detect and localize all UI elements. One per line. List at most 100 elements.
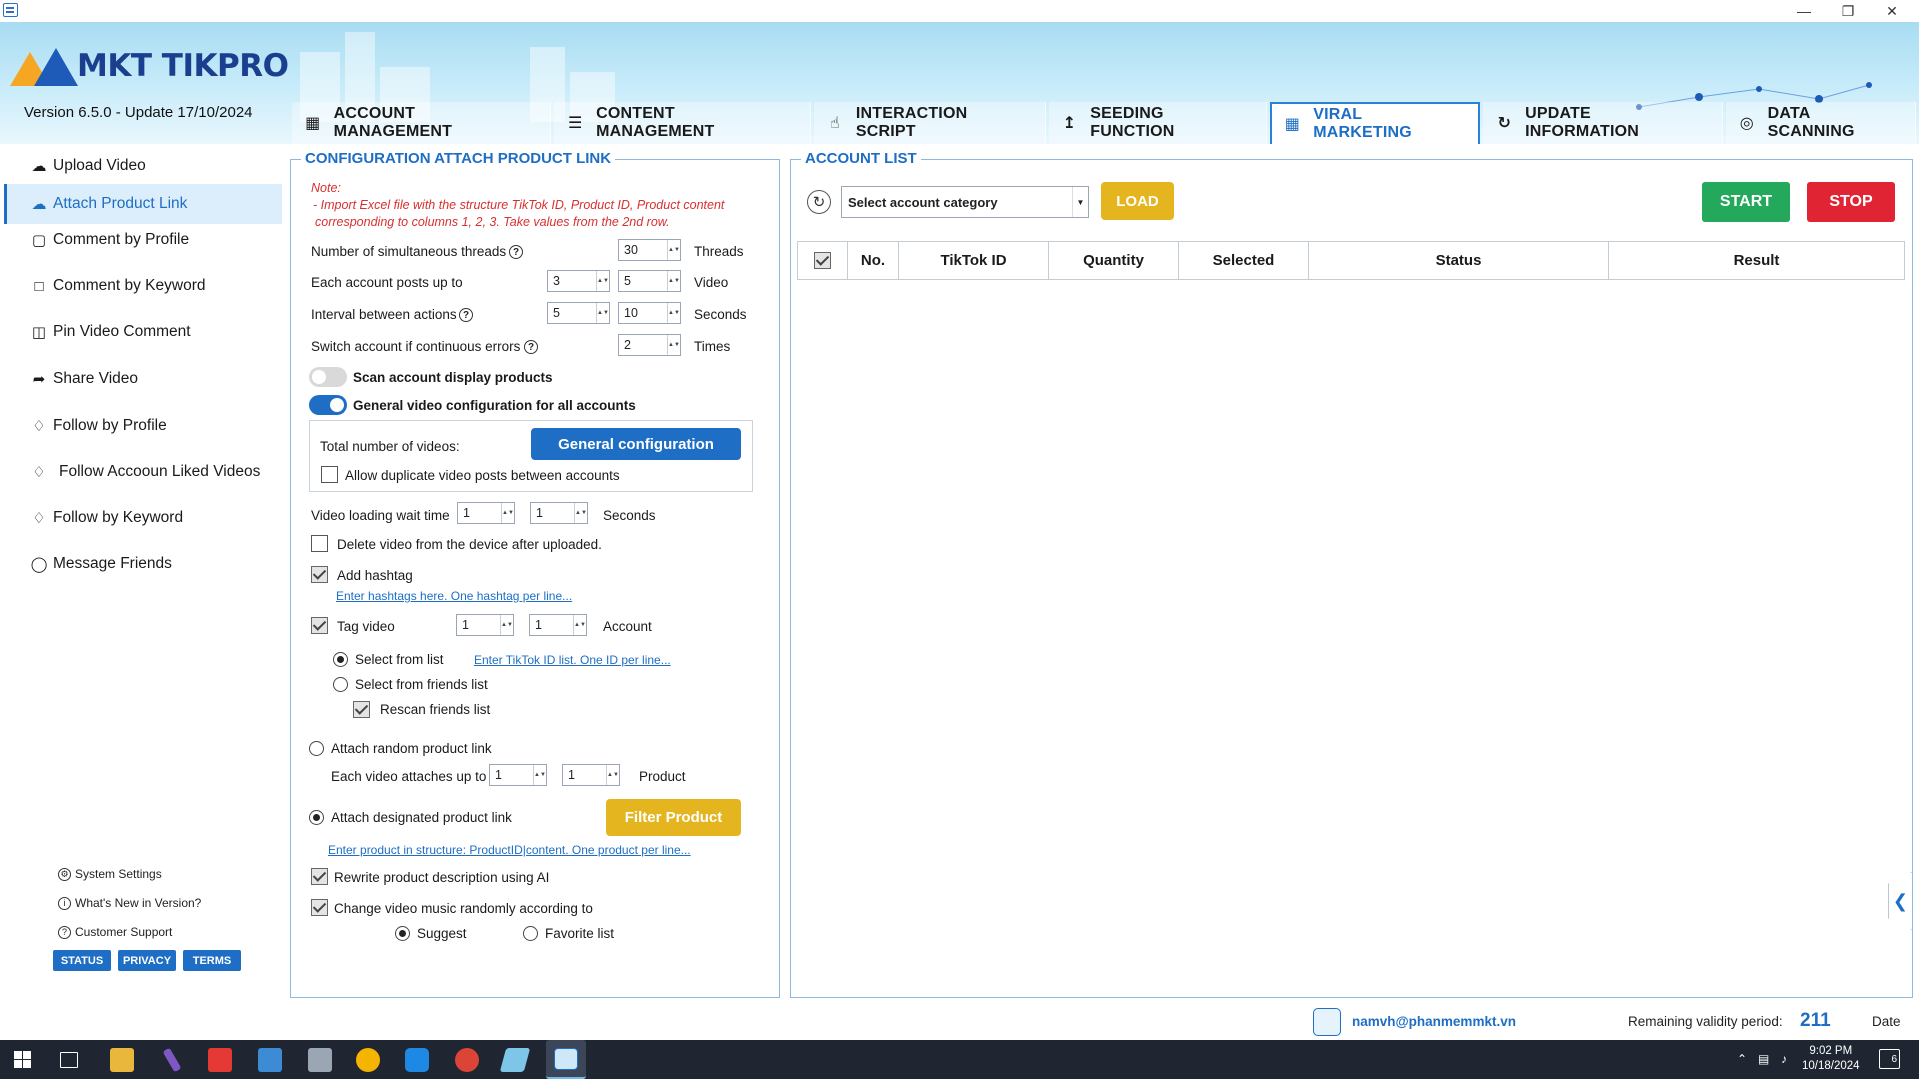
sidebar-item-attach-product-link[interactable]: ☁ Attach Product Link [4, 184, 282, 224]
general-config-toggle[interactable] [309, 395, 347, 415]
sidebar-item-follow-by-profile[interactable]: ♢ Follow by Profile [4, 406, 282, 446]
stepper-arrows-icon[interactable]: ▲▼ [596, 303, 609, 323]
each-video-max-stepper[interactable]: 1 ▲▼ [562, 764, 620, 786]
close-button[interactable]: ✕ [1870, 0, 1914, 22]
stepper-arrows-icon[interactable]: ▲▼ [533, 765, 546, 785]
tab-seeding-function[interactable]: ↥ SEEDING FUNCTION [1048, 102, 1267, 144]
column-header[interactable]: Status [1309, 242, 1609, 279]
rewrite-ai-checkbox[interactable] [311, 868, 328, 885]
hashtag-input-link[interactable]: Enter hashtags here. One hashtag per lin… [336, 589, 572, 603]
allow-duplicate-checkbox[interactable] [321, 466, 338, 483]
load-button[interactable]: LOAD [1101, 182, 1174, 220]
switch-stepper[interactable]: 2 ▲▼ [618, 334, 681, 356]
start-button[interactable]: START [1702, 182, 1790, 222]
stepper-arrows-icon[interactable]: ▲▼ [596, 271, 609, 291]
sidebar-item-upload-video[interactable]: ☁ Upload Video [4, 146, 282, 186]
system-settings-link[interactable]: ⚙ System Settings [58, 867, 162, 881]
user-email[interactable]: namvh@phanmemmkt.vn [1352, 1014, 1516, 1029]
mkt-tikpro-taskbar-button[interactable] [546, 1040, 586, 1079]
windows-start-icon[interactable] [14, 1051, 31, 1068]
stepper-arrows-icon[interactable]: ▲▼ [573, 615, 586, 635]
stepper-arrows-icon[interactable]: ▲▼ [667, 303, 680, 323]
status-button[interactable]: STATUS [53, 950, 111, 971]
scan-products-toggle[interactable] [309, 367, 347, 387]
column-header[interactable]: Selected [1179, 242, 1309, 279]
network-app-icon[interactable] [308, 1048, 332, 1072]
interval-min-stepper[interactable]: 5 ▲▼ [547, 302, 610, 324]
tab-account-management[interactable]: ▦ ACCOUNT MANAGEMENT [292, 102, 552, 144]
zalo-app-icon[interactable] [405, 1048, 429, 1072]
account-category-select[interactable]: Select account category ▼ [841, 186, 1089, 218]
tag-video-checkbox[interactable] [311, 617, 328, 634]
notification-icon[interactable]: 6 [1879, 1049, 1900, 1069]
sidebar-item-comment-by-keyword[interactable]: □ Comment by Keyword [4, 266, 282, 306]
taskbar-clock[interactable]: 9:02 PM 10/18/2024 [1802, 1044, 1860, 1074]
tab-interaction-script[interactable]: ☝ INTERACTION SCRIPT [814, 102, 1046, 144]
sidebar-item-comment-by-profile[interactable]: ▢ Comment by Profile [4, 220, 282, 260]
tag-video-max-stepper[interactable]: 1 ▲▼ [529, 614, 587, 636]
help-icon[interactable]: ? [459, 308, 473, 322]
tab-data-scanning[interactable]: ◎ DATA SCANNING [1726, 102, 1917, 144]
chrome-icon[interactable] [356, 1048, 380, 1072]
tab-content-management[interactable]: ☰ CONTENT MANAGEMENT [554, 102, 812, 144]
sidebar-item-message-friends[interactable]: ◯ Message Friends [4, 544, 282, 584]
store-app-icon[interactable] [258, 1048, 282, 1072]
sidebar-item-follow-account-liked-videos[interactable]: ♢ Follow Accooun Liked Videos [4, 452, 282, 492]
loading-wait-max-stepper[interactable]: 1 ▲▼ [530, 502, 588, 524]
general-configuration-button[interactable]: General configuration [531, 428, 741, 460]
column-header[interactable]: Quantity [1049, 242, 1179, 279]
stepper-arrows-icon[interactable]: ▲▼ [501, 503, 514, 523]
help-icon[interactable]: ? [524, 340, 538, 354]
select-all-checkbox[interactable] [814, 252, 831, 269]
stepper-arrows-icon[interactable]: ▲▼ [500, 615, 513, 635]
stepper-arrows-icon[interactable]: ▲▼ [574, 503, 587, 523]
interval-max-stepper[interactable]: 10 ▲▼ [618, 302, 681, 324]
loading-wait-min-stepper[interactable]: 1 ▲▼ [457, 502, 515, 524]
delete-video-checkbox[interactable] [311, 535, 328, 552]
select-from-list-radio[interactable] [333, 652, 348, 667]
attach-random-radio[interactable] [309, 741, 324, 756]
volume-icon[interactable]: ♪ [1781, 1052, 1787, 1066]
tiktok-id-input-link[interactable]: Enter TikTok ID list. One ID per line... [474, 653, 671, 667]
privacy-button[interactable]: PRIVACY [118, 950, 176, 971]
customer-support-link[interactable]: ? Customer Support [58, 925, 172, 939]
select-from-friends-radio[interactable] [333, 677, 348, 692]
posts-max-stepper[interactable]: 5 ▲▼ [618, 270, 681, 292]
posts-min-stepper[interactable]: 3 ▲▼ [547, 270, 610, 292]
sidebar-item-share-video[interactable]: ➦ Share Video [4, 359, 282, 399]
restore-button[interactable]: ❐ [1826, 0, 1870, 22]
collapse-panel-tab[interactable]: ❮ [1888, 872, 1912, 930]
chrome-profile-icon[interactable] [455, 1048, 479, 1072]
whats-new-link[interactable]: i What's New in Version? [58, 896, 201, 910]
column-header[interactable]: Result [1609, 242, 1904, 279]
column-header[interactable]: TikTok ID [899, 242, 1049, 279]
music-suggest-radio[interactable] [395, 926, 410, 941]
tab-viral-marketing[interactable]: ▦ VIRAL MARKETING [1269, 102, 1481, 144]
each-video-min-stepper[interactable]: 1 ▲▼ [489, 764, 547, 786]
network-icon[interactable]: ▤ [1758, 1052, 1769, 1066]
tag-video-min-stepper[interactable]: 1 ▲▼ [456, 614, 514, 636]
attach-designated-radio[interactable] [309, 810, 324, 825]
sidebar-item-follow-by-keyword[interactable]: ♢ Follow by Keyword [4, 498, 282, 538]
help-icon[interactable]: ? [509, 245, 523, 259]
pen-app-icon[interactable] [162, 1047, 182, 1073]
filter-product-button[interactable]: Filter Product [606, 799, 741, 836]
file-explorer-icon[interactable] [110, 1048, 134, 1072]
column-header[interactable]: No. [848, 242, 899, 279]
stepper-arrows-icon[interactable]: ▲▼ [667, 240, 680, 260]
stepper-arrows-icon[interactable]: ▲▼ [606, 765, 619, 785]
minimize-button[interactable]: — [1782, 0, 1826, 22]
notes-app-icon[interactable] [499, 1048, 531, 1072]
refresh-icon[interactable]: ↻ [807, 190, 831, 214]
music-favorite-radio[interactable] [523, 926, 538, 941]
stop-button[interactable]: STOP [1807, 182, 1895, 222]
sidebar-item-pin-video-comment[interactable]: ◫ Pin Video Comment [4, 312, 282, 352]
change-music-checkbox[interactable] [311, 899, 328, 916]
threads-stepper[interactable]: 30 ▲▼ [618, 239, 681, 261]
stepper-arrows-icon[interactable]: ▲▼ [667, 271, 680, 291]
grid-app-icon[interactable] [208, 1048, 232, 1072]
rescan-friends-checkbox[interactable] [353, 701, 370, 718]
tray-chevron-icon[interactable]: ⌃ [1737, 1052, 1747, 1066]
task-view-icon[interactable] [60, 1052, 78, 1068]
stepper-arrows-icon[interactable]: ▲▼ [667, 335, 680, 355]
